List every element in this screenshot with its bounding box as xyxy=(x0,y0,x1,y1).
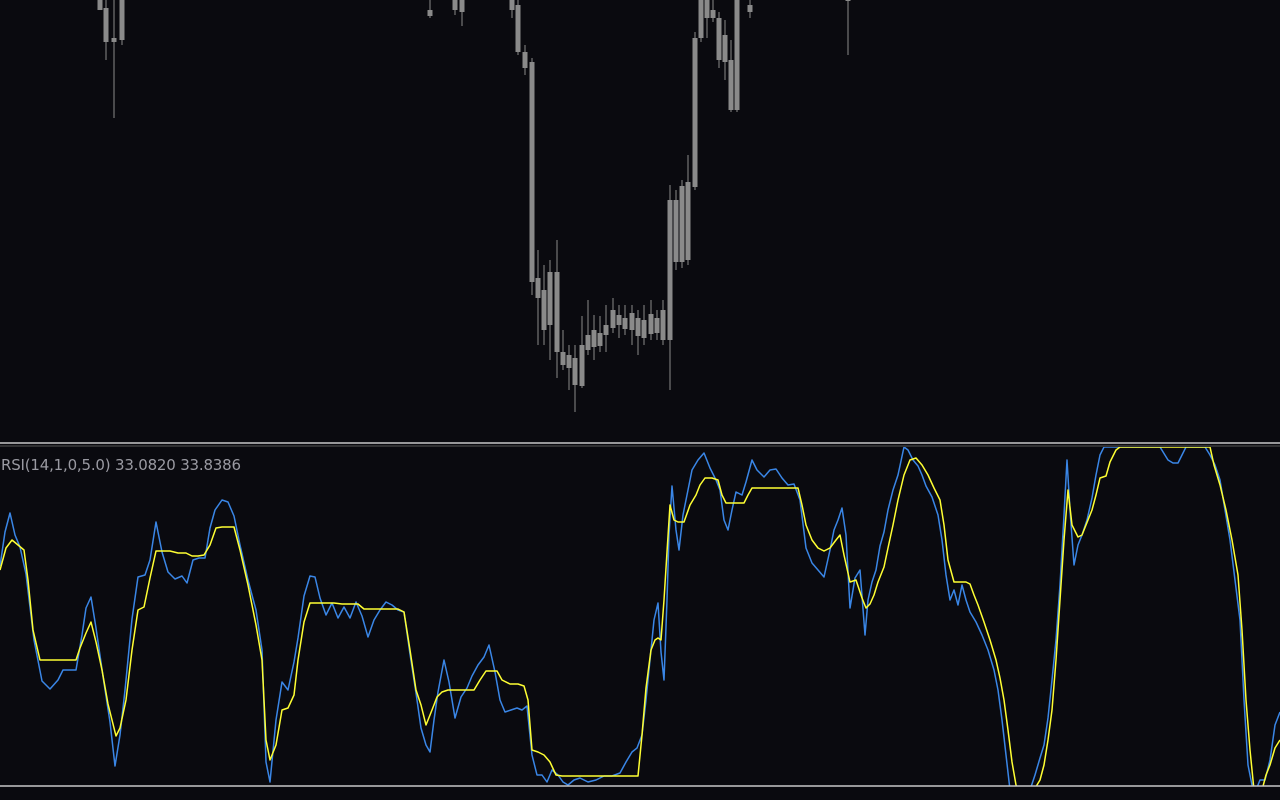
candle-body xyxy=(679,186,685,262)
price-chart-canvas[interactable] xyxy=(0,0,1280,800)
candle-body xyxy=(722,35,728,62)
candle-body xyxy=(591,330,597,347)
candle-body xyxy=(427,10,433,16)
candle-body xyxy=(660,310,666,340)
candle-body xyxy=(629,313,635,330)
candle-body xyxy=(728,60,734,110)
candle-body xyxy=(579,345,585,386)
candle-body xyxy=(119,0,125,40)
indicator-name: RSI(14,1,0,5.0) xyxy=(1,456,111,474)
candle-body xyxy=(654,318,660,333)
candle-body xyxy=(685,182,691,260)
candle-body xyxy=(710,10,716,18)
candle-body xyxy=(566,355,572,368)
candle-body xyxy=(572,358,578,385)
candle-body xyxy=(509,0,515,10)
candle-body xyxy=(541,290,547,330)
candle-body xyxy=(648,314,654,334)
candle-body xyxy=(698,0,704,38)
candle-body xyxy=(529,62,535,282)
candle-body xyxy=(747,5,753,12)
chart-background xyxy=(0,0,1280,800)
candle-body xyxy=(560,352,566,365)
candle-body xyxy=(97,0,103,10)
candle-body xyxy=(704,0,710,18)
candle-body xyxy=(111,38,117,42)
candle-body xyxy=(641,320,647,338)
candle-body xyxy=(597,333,603,346)
indicator-label: RSI(14,1,0,5.0) 33.0820 33.8386 xyxy=(1,456,241,474)
candle-body xyxy=(554,272,560,352)
indicator-value-2: 33.8386 xyxy=(180,456,241,474)
candle-body xyxy=(845,0,851,1)
candle-body xyxy=(667,200,673,340)
candle-body xyxy=(459,0,465,12)
candle-body xyxy=(616,315,622,325)
candle-body xyxy=(635,318,641,336)
candle-body xyxy=(603,325,609,335)
indicator-value-1: 33.0820 xyxy=(114,456,176,474)
candle-body xyxy=(673,200,679,262)
candle-body xyxy=(716,18,722,60)
candle-body xyxy=(452,0,458,10)
candle-body xyxy=(103,8,109,42)
candle-body xyxy=(515,5,521,52)
candle-body xyxy=(610,310,616,328)
candle-body xyxy=(622,318,628,329)
candle-body xyxy=(585,335,591,350)
candle-body xyxy=(692,38,698,187)
candle-body xyxy=(522,52,528,68)
candle-body xyxy=(734,0,740,110)
candle-body xyxy=(535,278,541,298)
candle-body xyxy=(547,272,553,325)
